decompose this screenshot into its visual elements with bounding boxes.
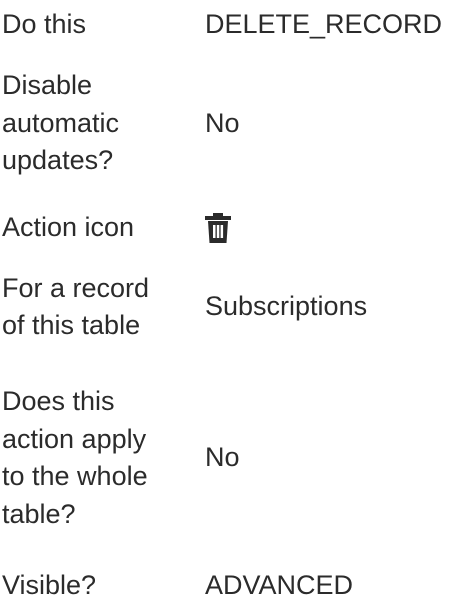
property-row-visible: Visible? ADVANCED — [0, 565, 452, 607]
property-value-visible: ADVANCED — [205, 570, 354, 601]
property-row-do-this: Do this DELETE_RECORD — [0, 2, 452, 48]
property-value-apply-whole-table: No — [205, 442, 240, 473]
property-label-table: For a record of this table — [2, 272, 150, 341]
property-row-table: For a record of this table Subscriptions — [0, 262, 452, 352]
property-label-visible: Visible? — [2, 570, 97, 601]
property-row-disable-updates: Disable automatic updates? No — [0, 55, 452, 192]
trash-icon — [205, 209, 231, 247]
property-value-do-this: DELETE_RECORD — [205, 9, 443, 40]
property-label-do-this: Do this — [2, 9, 87, 40]
property-value-table: Subscriptions — [205, 291, 368, 322]
action-properties-panel: Do this DELETE_RECORD Disable automatic … — [0, 0, 452, 607]
property-row-action-icon: Action icon — [0, 207, 452, 249]
property-label-disable-updates: Disable automatic updates? — [2, 70, 120, 176]
property-label-apply-whole-table: Does this action apply to the whole tabl… — [2, 386, 148, 529]
property-value-disable-updates: No — [205, 107, 240, 138]
property-label-action-icon: Action icon — [2, 212, 135, 243]
property-row-apply-whole-table: Does this action apply to the whole tabl… — [0, 368, 452, 548]
